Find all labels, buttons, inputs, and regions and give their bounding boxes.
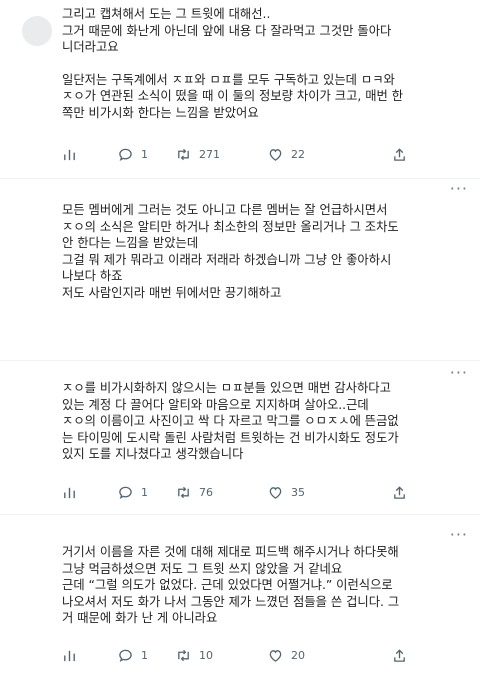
analytics-icon	[64, 149, 75, 160]
heart-icon	[269, 486, 282, 499]
avatar[interactable]	[22, 16, 52, 46]
tweet-line: 있는 계정 다 끌어다 알티와 마음으로 지지하며 살아오..근데	[62, 397, 369, 412]
retweet-icon	[178, 148, 189, 160]
retweet-button[interactable]: 10	[176, 646, 213, 664]
tweet-line	[62, 56, 467, 72]
share-button[interactable]	[392, 483, 407, 501]
analytics-button[interactable]	[62, 646, 77, 664]
tweet-text: 거기서 이름을 자른 것에 대해 제대로 피드백 해주시거나 하다못해 그냥 먹…	[62, 544, 467, 627]
tweet-line: 거 때문에 화가 난 게 아니라요	[62, 611, 218, 625]
more-dots-icon[interactable]: ···	[450, 181, 468, 197]
share-button[interactable]	[392, 646, 407, 664]
reply-button[interactable]: 1	[118, 145, 148, 163]
reply-icon	[119, 486, 132, 499]
reply-count: 1	[141, 147, 148, 161]
tweet-line: 그냥 먹금하셨으면 저도 그 트윗 쓰지 않았을 거 같네요	[62, 561, 343, 576]
tweet-line: 일단저는 구독계에서 ㅈㅍ와 ㅁㅍ를 모두 구독하고 있는데 ㅁㅋ와	[62, 72, 395, 87]
like-count: 22	[291, 147, 305, 161]
heart-icon	[269, 148, 282, 161]
divider	[0, 360, 480, 361]
retweet-count: 10	[199, 648, 213, 662]
share-icon	[394, 147, 405, 161]
reply-count: 1	[141, 485, 148, 499]
tweet-line: 나보다 하죠	[62, 269, 123, 283]
tweet-line: ㅈㅇ를 비가시화하지 않으시는 ㅁㅍ분들 있으면 매번 감사하다고	[62, 381, 391, 395]
tweet-line: 저도 사람인지라 매번 뒤에서만 끙기해하고	[62, 285, 282, 300]
tweet-line: 근데 “그럴 의도가 없었다. 근데 있었다면 어쩔거냐.” 이런식으로	[62, 578, 393, 592]
retweet-count: 76	[199, 485, 213, 499]
reply-button[interactable]: 1	[118, 483, 148, 501]
share-button[interactable]	[392, 145, 407, 163]
retweet-icon	[178, 486, 189, 498]
tweet-line: 그거 때문에 화난게 아닌데 앞에 내용 다 잘라먹고 그것만 돌아다	[62, 23, 392, 38]
tweet-actions: 1 10 20	[62, 646, 422, 664]
tweet-text: 모든 멤버에게 그러는 것도 아니고 다른 멤버는 잘 언급하시면서 ㅈㅇ의 소…	[62, 202, 467, 301]
tweet-actions: 1 271 22	[62, 145, 422, 163]
tweet-line: 나오셔서 저도 화가 나서 그동안 제가 느꼈던 점들을 쓴 겁니다. 그	[62, 594, 400, 609]
tweet-line: ㅈㅇ의 소식은 알티만 하거나 최소한의 정보만 올리거나 그 조차도	[62, 219, 399, 234]
tweet-line: 그걸 뭐 제가 뭐라고 이래라 저래라 하겠습니까 그냥 안 좋아하시	[62, 252, 392, 267]
reply-button[interactable]: 1	[118, 646, 148, 664]
tweet-text: 그리고 캡쳐해서 도는 그 트윗에 대해선.. 그거 때문에 화난게 아닌데 앞…	[62, 6, 467, 121]
tweet-line: 니더라고요	[62, 40, 119, 54]
tweet-line: 거기서 이름을 자른 것에 대해 제대로 피드백 해주시거나 하다못해	[62, 545, 399, 559]
like-count: 20	[291, 648, 305, 662]
share-icon	[394, 485, 405, 499]
like-count: 35	[291, 485, 305, 499]
analytics-icon	[64, 650, 75, 661]
retweet-button[interactable]: 76	[176, 483, 213, 501]
retweet-button[interactable]: 271	[176, 145, 220, 163]
more-dots-icon[interactable]: ···	[450, 527, 468, 543]
more-dots-icon[interactable]: ···	[450, 365, 468, 381]
retweet-count: 271	[199, 147, 220, 161]
like-button[interactable]: 35	[268, 483, 305, 501]
analytics-button[interactable]	[62, 483, 77, 501]
tweet-line: 안 한다는 느낌을 받았는데	[62, 236, 199, 250]
like-button[interactable]: 22	[268, 145, 305, 163]
reply-count: 1	[141, 648, 148, 662]
tweet-line: 모든 멤버에게 그러는 것도 아니고 다른 멤버는 잘 언급하시면서	[62, 203, 388, 217]
analytics-button[interactable]	[62, 145, 77, 163]
tweet-text: ㅈㅇ를 비가시화하지 않으시는 ㅁㅍ분들 있으면 매번 감사하다고 있는 계정 …	[62, 380, 467, 463]
tweet-line: 그리고 캡쳐해서 도는 그 트윗에 대해선..	[62, 7, 271, 21]
reply-icon	[119, 148, 132, 161]
divider	[0, 178, 480, 179]
tweet-line: 있지 도를 지나쳤다고 생각했습니다	[62, 447, 244, 461]
divider	[0, 514, 480, 515]
tweet-line: ㅈㅇ의 이름이고 사진이고 싹 다 자르고 막그를 ㅇㅁㅈㅅ에 뜬금없	[62, 414, 399, 428]
tweet-actions: 1 76 35	[62, 483, 422, 501]
like-button[interactable]: 20	[268, 646, 305, 664]
retweet-icon	[178, 649, 189, 661]
tweet-line: 쪽만 비가시화 한다는 느낌을 받았어요	[62, 105, 259, 120]
analytics-icon	[64, 487, 75, 498]
share-icon	[394, 648, 405, 662]
tweet-line: 는 타이밍에 도시락 돌린 사람처럼 트윗하는 건 비가시화도 정도가	[62, 430, 399, 445]
heart-icon	[269, 649, 282, 662]
tweet-line: ㅈㅇ가 연관된 소식이 떴을 때 이 둘의 정보량 차이가 크고, 매번 한	[62, 89, 404, 103]
reply-icon	[119, 649, 132, 662]
